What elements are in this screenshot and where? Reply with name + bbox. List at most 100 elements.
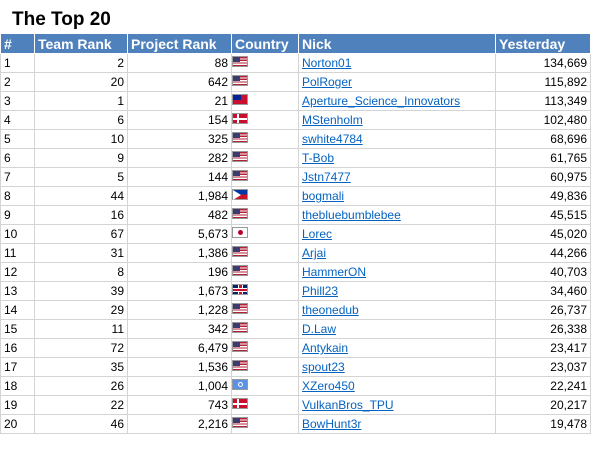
cell-yesterday[interactable]: 22,241: [495, 376, 591, 396]
cell-rank[interactable]: 3: [0, 91, 35, 111]
cell-yesterday[interactable]: 23,417: [495, 338, 591, 358]
cell-team-rank[interactable]: 20: [34, 72, 128, 92]
cell-team-rank[interactable]: 72: [34, 338, 128, 358]
nick-link[interactable]: HammerON: [302, 265, 366, 279]
nick-link[interactable]: Lorec: [302, 227, 332, 241]
cell-rank[interactable]: 11: [0, 243, 35, 263]
cell-project-rank[interactable]: 154: [127, 110, 232, 130]
cell-nick[interactable]: T-Bob: [298, 148, 496, 168]
cell-country[interactable]: [231, 129, 299, 149]
cell-nick[interactable]: Aperture_Science_Innovators: [298, 91, 496, 111]
cell-nick[interactable]: Phill23: [298, 281, 496, 301]
cell-yesterday[interactable]: 113,349: [495, 91, 591, 111]
cell-rank[interactable]: 1: [0, 53, 35, 73]
cell-team-rank[interactable]: 35: [34, 357, 128, 377]
cell-country[interactable]: [231, 338, 299, 358]
cell-nick[interactable]: swhite4784: [298, 129, 496, 149]
cell-country[interactable]: [231, 319, 299, 339]
cell-nick[interactable]: MStenholm: [298, 110, 496, 130]
nick-link[interactable]: Antykain: [302, 341, 348, 355]
cell-team-rank[interactable]: 67: [34, 224, 128, 244]
cell-nick[interactable]: BowHunt3r: [298, 414, 496, 434]
cell-yesterday[interactable]: 26,737: [495, 300, 591, 320]
cell-country[interactable]: [231, 414, 299, 434]
cell-project-rank[interactable]: 1,536: [127, 357, 232, 377]
cell-country[interactable]: [231, 167, 299, 187]
cell-rank[interactable]: 14: [0, 300, 35, 320]
cell-nick[interactable]: thebluebumblebee: [298, 205, 496, 225]
cell-yesterday[interactable]: 23,037: [495, 357, 591, 377]
cell-yesterday[interactable]: 61,765: [495, 148, 591, 168]
nick-link[interactable]: T-Bob: [302, 151, 334, 165]
cell-rank[interactable]: 5: [0, 129, 35, 149]
cell-project-rank[interactable]: 196: [127, 262, 232, 282]
nick-link[interactable]: Norton01: [302, 56, 351, 70]
cell-project-rank[interactable]: 2,216: [127, 414, 232, 434]
column-header-team-rank[interactable]: Team Rank: [34, 33, 128, 54]
cell-rank[interactable]: 13: [0, 281, 35, 301]
cell-nick[interactable]: Antykain: [298, 338, 496, 358]
cell-team-rank[interactable]: 44: [34, 186, 128, 206]
cell-rank[interactable]: 15: [0, 319, 35, 339]
cell-yesterday[interactable]: 60,975: [495, 167, 591, 187]
cell-nick[interactable]: Norton01: [298, 53, 496, 73]
cell-rank[interactable]: 18: [0, 376, 35, 396]
column-header-yesterday[interactable]: Yesterday: [495, 33, 591, 54]
cell-rank[interactable]: 20: [0, 414, 35, 434]
cell-project-rank[interactable]: 342: [127, 319, 232, 339]
nick-link[interactable]: BowHunt3r: [302, 417, 361, 431]
cell-project-rank[interactable]: 1,386: [127, 243, 232, 263]
cell-project-rank[interactable]: 88: [127, 53, 232, 73]
cell-team-rank[interactable]: 46: [34, 414, 128, 434]
cell-rank[interactable]: 6: [0, 148, 35, 168]
cell-yesterday[interactable]: 44,266: [495, 243, 591, 263]
cell-country[interactable]: [231, 376, 299, 396]
cell-country[interactable]: [231, 186, 299, 206]
cell-project-rank[interactable]: 1,984: [127, 186, 232, 206]
nick-link[interactable]: Jstn7477: [302, 170, 351, 184]
cell-country[interactable]: [231, 281, 299, 301]
cell-rank[interactable]: 19: [0, 395, 35, 415]
cell-nick[interactable]: theonedub: [298, 300, 496, 320]
nick-link[interactable]: bogmali: [302, 189, 344, 203]
cell-team-rank[interactable]: 26: [34, 376, 128, 396]
cell-nick[interactable]: D.Law: [298, 319, 496, 339]
cell-team-rank[interactable]: 10: [34, 129, 128, 149]
nick-link[interactable]: MStenholm: [302, 113, 363, 127]
cell-yesterday[interactable]: 49,836: [495, 186, 591, 206]
column-header-project-rank[interactable]: Project Rank: [127, 33, 232, 54]
cell-project-rank[interactable]: 482: [127, 205, 232, 225]
cell-yesterday[interactable]: 68,696: [495, 129, 591, 149]
cell-rank[interactable]: 16: [0, 338, 35, 358]
cell-rank[interactable]: 4: [0, 110, 35, 130]
cell-country[interactable]: [231, 243, 299, 263]
cell-project-rank[interactable]: 1,228: [127, 300, 232, 320]
cell-country[interactable]: [231, 91, 299, 111]
cell-project-rank[interactable]: 1,673: [127, 281, 232, 301]
cell-team-rank[interactable]: 9: [34, 148, 128, 168]
nick-link[interactable]: theonedub: [302, 303, 359, 317]
cell-country[interactable]: [231, 262, 299, 282]
cell-yesterday[interactable]: 20,217: [495, 395, 591, 415]
cell-nick[interactable]: bogmali: [298, 186, 496, 206]
cell-yesterday[interactable]: 34,460: [495, 281, 591, 301]
cell-rank[interactable]: 8: [0, 186, 35, 206]
cell-project-rank[interactable]: 642: [127, 72, 232, 92]
cell-country[interactable]: [231, 395, 299, 415]
cell-team-rank[interactable]: 6: [34, 110, 128, 130]
nick-link[interactable]: Arjai: [302, 246, 326, 260]
nick-link[interactable]: spout23: [302, 360, 345, 374]
cell-country[interactable]: [231, 357, 299, 377]
nick-link[interactable]: thebluebumblebee: [302, 208, 401, 222]
cell-nick[interactable]: XZero450: [298, 376, 496, 396]
cell-nick[interactable]: Arjai: [298, 243, 496, 263]
nick-link[interactable]: Phill23: [302, 284, 338, 298]
cell-project-rank[interactable]: 282: [127, 148, 232, 168]
nick-link[interactable]: swhite4784: [302, 132, 363, 146]
cell-nick[interactable]: spout23: [298, 357, 496, 377]
cell-rank[interactable]: 9: [0, 205, 35, 225]
cell-yesterday[interactable]: 19,478: [495, 414, 591, 434]
cell-country[interactable]: [231, 205, 299, 225]
cell-project-rank[interactable]: 5,673: [127, 224, 232, 244]
nick-link[interactable]: XZero450: [302, 379, 355, 393]
